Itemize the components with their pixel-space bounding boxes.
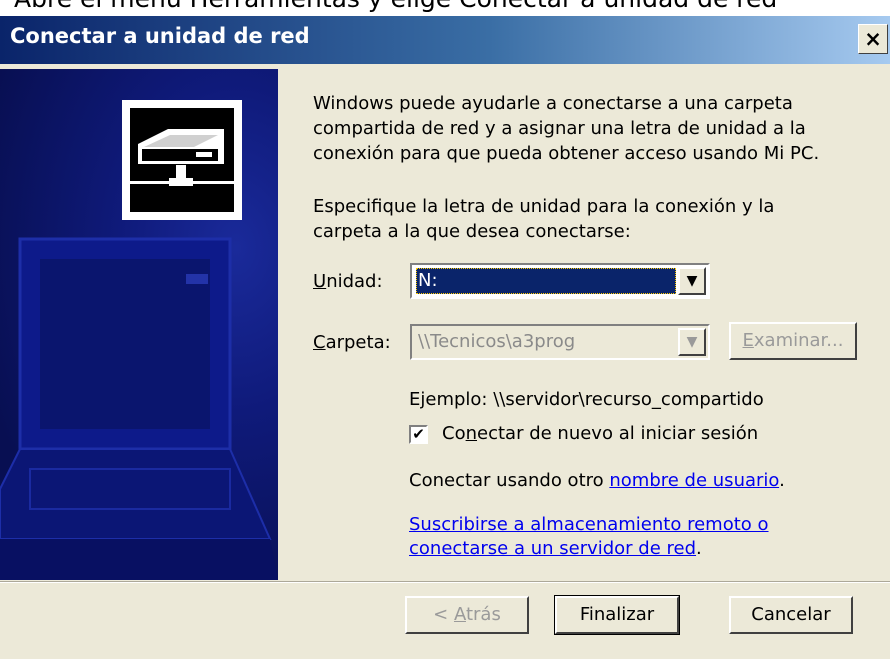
back-button[interactable]: < Atrás <box>405 596 529 634</box>
dialog-title: Conectar a unidad de red <box>10 24 310 48</box>
background-caption: Abre el menú Herramientas y elige Conect… <box>14 0 777 13</box>
map-network-drive-dialog: Conectar a unidad de red × Windows puede… <box>0 16 890 659</box>
folder-select[interactable]: \\Tecnicos\a3prog ▼ <box>410 324 710 360</box>
intro-text: Windows puede ayudarle a conectarse a un… <box>313 93 820 164</box>
close-icon: × <box>864 27 882 51</box>
drive-letter-value: N: <box>416 268 676 294</box>
folder-dropdown-button[interactable]: ▼ <box>678 328 706 356</box>
wizard-side-panel <box>0 69 278 580</box>
drive-letter-select[interactable]: N: ▼ <box>410 263 710 299</box>
finish-button[interactable]: Finalizar <box>554 595 680 635</box>
browse-button[interactable]: Examinar... <box>729 322 857 360</box>
wizard-content: Windows puede ayudarle a conectarse a un… <box>278 69 890 580</box>
reconnect-checkbox[interactable]: ✔ <box>409 425 428 444</box>
other-user-line: Conectar usando otro nombre de usuario. <box>409 470 785 491</box>
example-text: Ejemplo: \\servidor\recurso_compartido <box>409 389 764 410</box>
cancel-button[interactable]: Cancelar <box>729 596 853 634</box>
chevron-down-icon: ▼ <box>686 273 698 289</box>
folder-label: Carpeta: <box>313 332 391 353</box>
subscribe-link-continued[interactable]: conectarse a un servidor de red <box>409 538 696 559</box>
subscribe-line-1: Suscribirse a almacenamiento remoto o <box>409 512 769 537</box>
other-user-link[interactable]: nombre de usuario <box>609 470 779 491</box>
instructions-text: Especifique la letra de unidad para la c… <box>313 196 775 242</box>
close-button[interactable]: × <box>858 24 888 54</box>
title-bar[interactable]: Conectar a unidad de red × <box>0 16 890 64</box>
network-drive-illustration <box>0 100 278 580</box>
folder-value: \\Tecnicos\a3prog <box>418 331 576 352</box>
other-user-text: Conectar usando otro <box>409 470 610 491</box>
footer-separator <box>0 581 890 583</box>
drive-dropdown-button[interactable]: ▼ <box>678 267 706 295</box>
reconnect-label[interactable]: Conectar de nuevo al iniciar sesión <box>442 421 758 446</box>
subscribe-link[interactable]: Suscribirse a almacenamiento remoto o <box>409 514 769 535</box>
subscribe-line-2: conectarse a un servidor de red. <box>409 538 702 559</box>
chevron-down-icon: ▼ <box>686 334 698 350</box>
drive-label: Unidad: <box>313 271 383 292</box>
